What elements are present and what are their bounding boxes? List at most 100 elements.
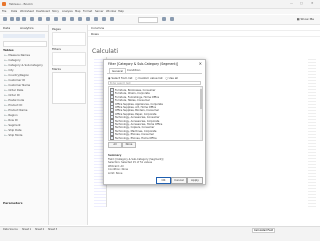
show-labels-icon[interactable]: [162, 17, 166, 21]
list-scrollbar[interactable]: [200, 87, 202, 140]
group-icon[interactable]: [94, 17, 98, 21]
undo-icon[interactable]: [10, 17, 14, 21]
new-worksheet-icon[interactable]: [38, 17, 42, 21]
field-item[interactable]: Category: [4, 58, 20, 62]
field-item[interactable]: Category & Sub-Category: [4, 63, 42, 67]
menu-story[interactable]: Story: [52, 10, 59, 13]
tab-sheet-2[interactable]: Sheet 2: [35, 228, 44, 231]
menu-bar: File Data Worksheet Dashboard Story Anal…: [0, 9, 320, 14]
none-button[interactable]: None: [122, 142, 136, 148]
duplicate-icon[interactable]: [46, 17, 50, 21]
value-column: [308, 57, 316, 207]
checkbox-icon[interactable]: [110, 135, 114, 140]
field-item[interactable]: Order Date: [4, 88, 23, 92]
marks-card[interactable]: [52, 72, 86, 104]
app-icon: [2, 2, 6, 6]
field-item[interactable]: Order ID: [4, 93, 19, 97]
field-item[interactable]: Postal Code: [4, 98, 24, 102]
filter-mode-radios: ◉ Select from list ○ Custom value list ○…: [108, 76, 178, 80]
radio-all-label: Use all: [168, 76, 179, 80]
dialog-title: Filter [Category & Sub-Category (Segment…: [108, 62, 179, 66]
fit-dropdown[interactable]: [138, 17, 158, 23]
menu-server[interactable]: Server: [95, 10, 104, 13]
rows-shelf[interactable]: Rows: [88, 31, 320, 37]
filters-shelf[interactable]: [52, 52, 86, 66]
shelves-pane: Pages Filters Marks: [49, 25, 88, 225]
field-item[interactable]: Customer Name: [4, 83, 30, 87]
tab-calculated-field[interactable]: Calculated Field: [252, 228, 275, 233]
menu-worksheet[interactable]: Worksheet: [20, 10, 34, 13]
field-item[interactable]: Segment: [4, 123, 20, 127]
dialog-close-icon[interactable]: ✕: [199, 61, 202, 66]
field-item[interactable]: Ship Mode: [4, 133, 22, 137]
redo-icon[interactable]: [16, 17, 20, 21]
summary-limit: Limit: None: [108, 171, 123, 175]
field-item[interactable]: Ship Date: [4, 128, 21, 132]
save-icon[interactable]: [22, 17, 26, 21]
radio-select-from-list[interactable]: ◉ Select from list: [108, 76, 132, 80]
minimize-button[interactable]: —: [290, 1, 293, 5]
radio-custom-value-list[interactable]: ○ Custom value list: [135, 76, 163, 80]
fix-axes-icon[interactable]: [110, 17, 114, 21]
parameters-header: Parameters: [3, 201, 23, 205]
all-button[interactable]: All: [108, 142, 122, 148]
filters-shelf-label: Filters: [52, 47, 61, 51]
datasource-row[interactable]: [3, 34, 45, 38]
tableau-logo-icon[interactable]: [3, 17, 7, 21]
filter-summary: Summary Field: [Category & Sub-Category …: [108, 154, 163, 176]
data-pane: Data Analytics Tables Measure Names Cate…: [0, 25, 49, 225]
radio-select-label: Select from list: [111, 76, 133, 80]
list-item-label: Technology, Phones, Home Office: [115, 136, 157, 140]
filter-value-list: Furniture, Bookcases, Consumer Furniture…: [108, 86, 203, 141]
tab-sheet-1[interactable]: Sheet 1: [22, 228, 31, 231]
labels-icon[interactable]: [102, 17, 106, 21]
ok-button[interactable]: OK: [156, 177, 171, 184]
pages-shelf[interactable]: [52, 32, 86, 46]
close-window-button[interactable]: ✕: [311, 1, 314, 5]
scrollbar-thumb[interactable]: [200, 89, 202, 109]
dialog-tabs: General Condition: [107, 68, 202, 74]
field-item[interactable]: Measure Names: [4, 53, 30, 57]
field-item[interactable]: Customer ID: [4, 78, 25, 82]
tables-header: Tables: [3, 48, 14, 52]
highlight-icon[interactable]: [86, 17, 90, 21]
radio-use-all[interactable]: ○ Use all: [165, 76, 178, 80]
swap-icon[interactable]: [62, 17, 66, 21]
menu-dashboard[interactable]: Dashboard: [36, 10, 50, 13]
clear-icon[interactable]: [54, 17, 58, 21]
show-me-button[interactable]: ▦ Show Me: [297, 17, 314, 21]
cancel-button[interactable]: Cancel: [171, 177, 187, 184]
menu-format[interactable]: Format: [83, 10, 92, 13]
menu-data[interactable]: Data: [11, 10, 17, 13]
field-item[interactable]: Country/Region: [4, 73, 29, 77]
tab-data-source[interactable]: Data Source: [3, 228, 18, 231]
menu-file[interactable]: File: [2, 10, 6, 13]
menu-window[interactable]: Window: [106, 10, 116, 13]
new-datasource-icon[interactable]: [30, 17, 34, 21]
list-item[interactable]: Technology, Phones, Home Office: [110, 135, 157, 140]
rows-shelf-label: Rows: [91, 32, 99, 36]
field-item[interactable]: Product Name: [4, 108, 27, 112]
field-search[interactable]: [3, 41, 47, 47]
tab-sheet-3[interactable]: Sheet 3: [48, 228, 57, 231]
tab-analytics[interactable]: Analytics: [20, 26, 34, 30]
field-item[interactable]: Row ID: [4, 118, 17, 122]
field-item[interactable]: Product ID: [4, 103, 22, 107]
menu-help[interactable]: Help: [118, 10, 124, 13]
sort-descending-icon[interactable]: [78, 17, 82, 21]
menu-map[interactable]: Map: [75, 10, 80, 13]
presentation-icon[interactable]: [170, 17, 174, 21]
apply-button[interactable]: Apply: [187, 177, 203, 184]
sheet-title: Calculati: [92, 48, 118, 55]
show-me-label: Show Me: [300, 17, 314, 21]
tab-condition[interactable]: Condition: [125, 68, 142, 72]
filter-dialog: Filter [Category & Sub-Category (Segment…: [103, 59, 206, 185]
maximize-button[interactable]: □: [300, 1, 303, 5]
tab-data[interactable]: Data: [3, 26, 10, 30]
field-item[interactable]: City: [4, 68, 13, 72]
menu-analysis[interactable]: Analysis: [62, 10, 73, 13]
sort-ascending-icon[interactable]: [70, 17, 74, 21]
filter-search-input[interactable]: Enter search text: [108, 81, 201, 85]
field-item[interactable]: Region: [4, 113, 17, 117]
tab-general[interactable]: General: [109, 68, 127, 73]
